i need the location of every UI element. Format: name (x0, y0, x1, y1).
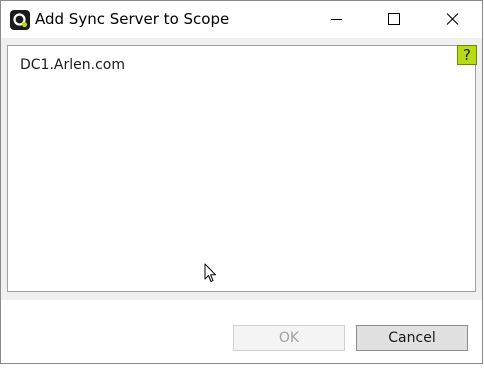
server-list[interactable]: DC1.Arlen.com (7, 45, 476, 292)
window-title: Add Sync Server to Scope (35, 10, 230, 28)
ok-button[interactable]: OK (233, 325, 345, 351)
close-button[interactable] (429, 1, 475, 38)
mouse-pointer-icon (204, 263, 216, 282)
cancel-button[interactable]: Cancel (356, 325, 468, 351)
minimize-icon (331, 19, 342, 20)
minimize-button[interactable] (313, 1, 359, 38)
dialog-window: Add Sync Server to Scope DC1.Arlen.com ? (0, 0, 483, 364)
list-item[interactable]: DC1.Arlen.com (20, 57, 125, 73)
app-logo-icon (10, 10, 30, 30)
maximize-icon (388, 13, 400, 25)
maximize-button[interactable] (371, 1, 417, 38)
dialog-footer: OK Cancel (1, 300, 482, 363)
dialog-content: DC1.Arlen.com ? (1, 38, 482, 300)
help-icon[interactable]: ? (457, 45, 477, 65)
close-icon (446, 13, 459, 25)
title-bar[interactable]: Add Sync Server to Scope (1, 1, 482, 38)
